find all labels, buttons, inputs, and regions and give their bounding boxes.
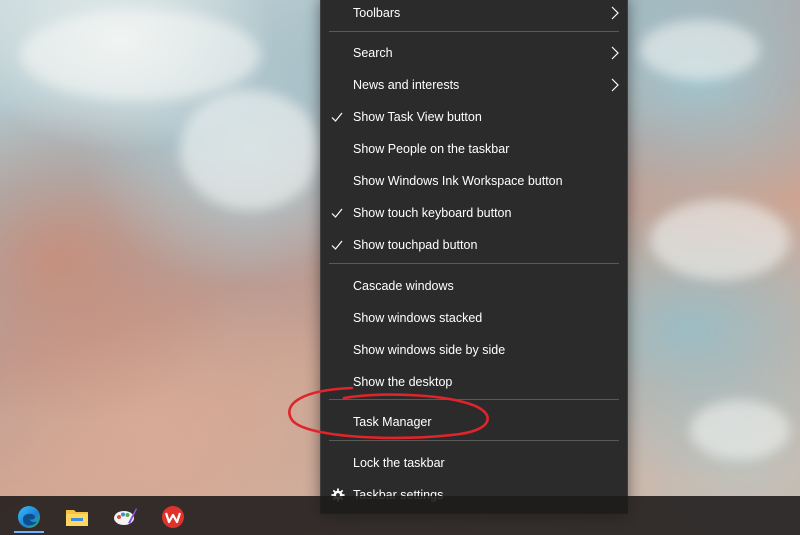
menu-item-show-windows-ink-workspace-button[interactable]: Show Windows Ink Workspace button <box>321 166 627 196</box>
menu-item-label: Show Windows Ink Workspace button <box>353 174 563 188</box>
desktop-wallpaper: Toolbars Search News and interests Show … <box>0 0 800 535</box>
menu-item-label: Show Task View button <box>353 110 482 124</box>
menu-item-lock-the-taskbar[interactable]: Lock the taskbar <box>321 448 627 478</box>
menu-item-label: Show the desktop <box>353 375 453 389</box>
menu-item-show-touchpad-button[interactable]: Show touchpad button <box>321 230 627 260</box>
menu-item-label: News and interests <box>353 78 460 92</box>
menu-item-label: Cascade windows <box>353 279 454 293</box>
menu-item-toolbars[interactable]: Toolbars <box>321 0 627 28</box>
menu-item-show-the-desktop[interactable]: Show the desktop <box>321 367 627 397</box>
menu-item-show-people-on-taskbar[interactable]: Show People on the taskbar <box>321 134 627 164</box>
menu-item-show-windows-stacked[interactable]: Show windows stacked <box>321 303 627 333</box>
taskbar-edge-button[interactable] <box>10 500 48 533</box>
edge-icon <box>18 505 40 528</box>
menu-item-news-and-interests[interactable]: News and interests <box>321 70 627 100</box>
checkmark-icon <box>331 240 343 250</box>
wps-office-icon <box>162 505 184 528</box>
wallpaper-foam <box>650 200 790 280</box>
paint-icon <box>114 507 137 525</box>
chevron-right-icon <box>611 78 619 92</box>
chevron-right-icon <box>611 46 619 60</box>
menu-separator <box>329 440 619 441</box>
checkmark-icon <box>331 112 343 122</box>
menu-item-label: Search <box>353 46 393 60</box>
menu-item-show-windows-side-by-side[interactable]: Show windows side by side <box>321 335 627 365</box>
menu-separator <box>329 31 619 32</box>
menu-item-label: Show windows stacked <box>353 311 483 325</box>
menu-item-label: Task Manager <box>353 415 432 429</box>
menu-item-label: Show touch keyboard button <box>353 206 512 220</box>
taskbar-paint-button[interactable] <box>106 500 144 533</box>
file-explorer-icon <box>66 509 88 526</box>
menu-item-label: Show People on the taskbar <box>353 142 510 156</box>
taskbar <box>0 496 800 535</box>
chevron-right-icon <box>611 6 619 20</box>
menu-item-label: Show windows side by side <box>353 343 506 357</box>
menu-item-search[interactable]: Search <box>321 38 627 68</box>
wallpaper-foam <box>640 20 760 80</box>
taskbar-context-menu: Toolbars Search News and interests Show … <box>320 0 628 514</box>
checkmark-icon <box>331 208 343 218</box>
taskbar-file-explorer-button[interactable] <box>58 500 96 533</box>
menu-item-task-manager[interactable]: Task Manager <box>321 407 627 437</box>
wallpaper-foam <box>690 400 790 460</box>
menu-item-label: Lock the taskbar <box>353 456 445 470</box>
wallpaper-foam <box>180 90 320 210</box>
menu-separator <box>329 263 619 264</box>
wallpaper-foam <box>20 10 260 100</box>
taskbar-wps-office-button[interactable] <box>154 500 192 533</box>
menu-item-show-task-view-button[interactable]: Show Task View button <box>321 102 627 132</box>
menu-item-cascade-windows[interactable]: Cascade windows <box>321 271 627 301</box>
menu-item-show-touch-keyboard-button[interactable]: Show touch keyboard button <box>321 198 627 228</box>
menu-item-label: Toolbars <box>353 6 401 20</box>
menu-separator <box>329 399 619 400</box>
menu-item-label: Show touchpad button <box>353 238 478 252</box>
